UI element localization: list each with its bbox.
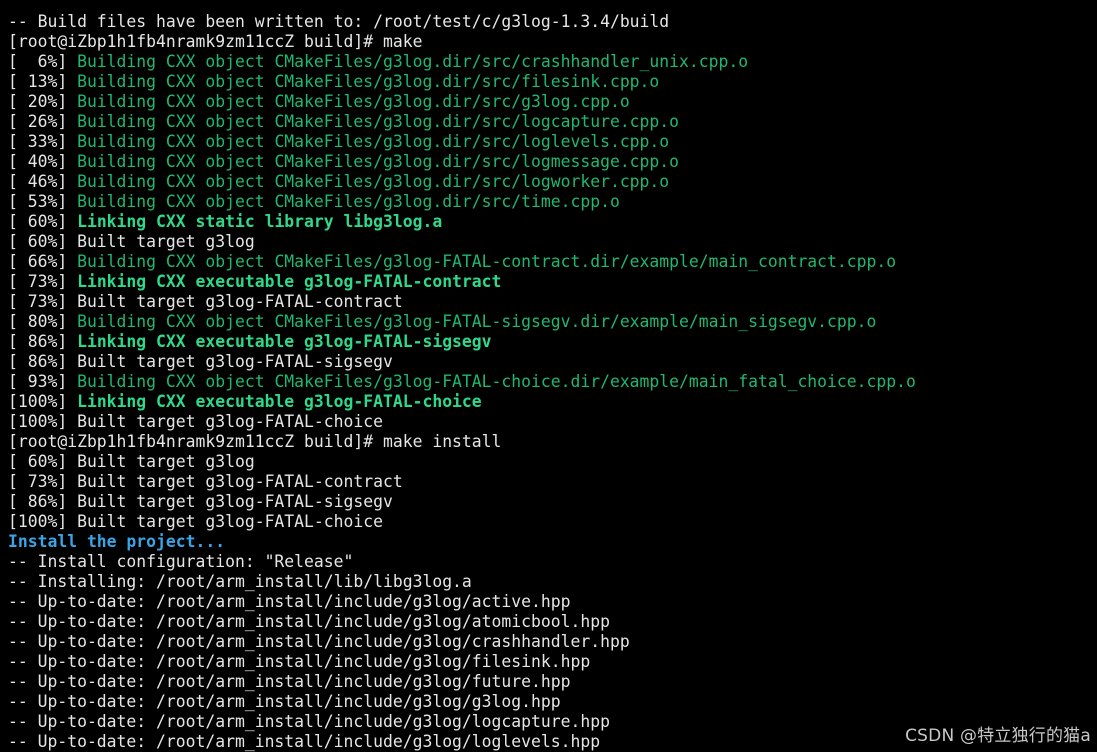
terminal-text-segment: -- Up-to-date: /root/arm_install/include… — [8, 672, 571, 691]
terminal-line: -- Up-to-date: /root/arm_install/include… — [8, 612, 1097, 632]
terminal-text-segment: Building CXX object CMakeFiles/g3log.dir… — [77, 92, 630, 111]
terminal-line: [root@iZbp1h1fb4nramk9zm11ccZ build]# ma… — [8, 432, 1097, 452]
terminal-text-segment: Building CXX object CMakeFiles/g3log.dir… — [77, 132, 670, 151]
terminal-line: [ 73%] Linking CXX executable g3log-FATA… — [8, 272, 1097, 292]
terminal-line: [ 26%] Building CXX object CMakeFiles/g3… — [8, 112, 1097, 132]
terminal-line: -- Up-to-date: /root/arm_install/include… — [8, 652, 1097, 672]
terminal-text-segment: -- Up-to-date: /root/arm_install/include… — [8, 732, 601, 751]
terminal-line: Install the project... — [8, 532, 1097, 552]
terminal-output[interactable]: -- Build files have been written to: /ro… — [0, 0, 1097, 752]
terminal-text-segment: [100%] Built target g3log-FATAL-choice — [8, 512, 383, 531]
terminal-line: [ 6%] Building CXX object CMakeFiles/g3l… — [8, 52, 1097, 72]
terminal-line: [ 60%] Linking CXX static library libg3l… — [8, 212, 1097, 232]
terminal-line: [ 86%] Built target g3log-FATAL-sigsegv — [8, 352, 1097, 372]
terminal-line: -- Install configuration: "Release" — [8, 552, 1097, 572]
terminal-text-segment: [ 60%] Built target g3log — [8, 232, 255, 251]
terminal-line: [ 13%] Building CXX object CMakeFiles/g3… — [8, 72, 1097, 92]
terminal-text-segment: [ 73%] — [8, 272, 78, 291]
terminal-text-segment: [root@iZbp1h1fb4nramk9zm11ccZ build]# ma… — [8, 32, 423, 51]
terminal-text-segment: Linking CXX executable g3log-FATAL-contr… — [77, 272, 502, 291]
terminal-line: [ 60%] Built target g3log — [8, 452, 1097, 472]
terminal-text-segment: [ 93%] — [8, 372, 78, 391]
terminal-line: [ 73%] Built target g3log-FATAL-contract — [8, 472, 1097, 492]
terminal-line: [root@iZbp1h1fb4nramk9zm11ccZ build]# ma… — [8, 32, 1097, 52]
terminal-line: -- Installing: /root/arm_install/lib/lib… — [8, 572, 1097, 592]
terminal-text-segment: [ 60%] Built target g3log — [8, 452, 255, 471]
terminal-text-segment: -- Up-to-date: /root/arm_install/include… — [8, 612, 610, 631]
terminal-line: [ 73%] Built target g3log-FATAL-contract — [8, 292, 1097, 312]
terminal-text-segment: Linking CXX executable g3log-FATAL-choic… — [77, 392, 482, 411]
terminal-text-segment: Building CXX object CMakeFiles/g3log-FAT… — [77, 312, 877, 331]
terminal-line: -- Up-to-date: /root/arm_install/include… — [8, 692, 1097, 712]
terminal-text-segment: [100%] Built target g3log-FATAL-choice — [8, 412, 383, 431]
terminal-line: [ 46%] Building CXX object CMakeFiles/g3… — [8, 172, 1097, 192]
terminal-text-segment: Building CXX object CMakeFiles/g3log-FAT… — [77, 252, 897, 271]
terminal-text-segment: [ 13%] — [8, 72, 78, 91]
terminal-line: [ 40%] Building CXX object CMakeFiles/g3… — [8, 152, 1097, 172]
terminal-line: -- Build files have been written to: /ro… — [8, 12, 1097, 32]
terminal-text-segment: [ 73%] Built target g3log-FATAL-contract — [8, 292, 403, 311]
terminal-text-segment: Building CXX object CMakeFiles/g3log.dir… — [77, 112, 680, 131]
terminal-text-segment: [ 40%] — [8, 152, 78, 171]
terminal-text-segment: Building CXX object CMakeFiles/g3log.dir… — [77, 152, 680, 171]
terminal-text-segment: Building CXX object CMakeFiles/g3log.dir… — [77, 172, 670, 191]
terminal-text-segment: [root@iZbp1h1fb4nramk9zm11ccZ build]# ma… — [8, 432, 502, 451]
terminal-text-segment: [ 86%] — [8, 332, 78, 351]
terminal-line: [ 80%] Building CXX object CMakeFiles/g3… — [8, 312, 1097, 332]
terminal-text-segment: [ 80%] — [8, 312, 78, 331]
terminal-line: [ 86%] Built target g3log-FATAL-sigsegv — [8, 492, 1097, 512]
terminal-text-segment: [ 86%] Built target g3log-FATAL-sigsegv — [8, 492, 393, 511]
terminal-text-segment: Building CXX object CMakeFiles/g3log.dir… — [77, 52, 749, 71]
terminal-text-segment: [ 46%] — [8, 172, 78, 191]
terminal-line: [ 20%] Building CXX object CMakeFiles/g3… — [8, 92, 1097, 112]
terminal-text-segment: Building CXX object CMakeFiles/g3log-FAT… — [77, 372, 916, 391]
terminal-text-segment: -- Up-to-date: /root/arm_install/include… — [8, 652, 591, 671]
terminal-text-segment: -- Up-to-date: /root/arm_install/include… — [8, 592, 571, 611]
terminal-text-segment: [100%] — [8, 392, 78, 411]
terminal-text-segment: [ 53%] — [8, 192, 78, 211]
terminal-text-segment: [ 60%] — [8, 212, 78, 231]
terminal-line: [ 66%] Building CXX object CMakeFiles/g3… — [8, 252, 1097, 272]
terminal-line: [100%] Linking CXX executable g3log-FATA… — [8, 392, 1097, 412]
terminal-line: [ 86%] Linking CXX executable g3log-FATA… — [8, 332, 1097, 352]
terminal-text-segment: -- Build files have been written to: /ro… — [8, 12, 670, 31]
terminal-line: [100%] Built target g3log-FATAL-choice — [8, 512, 1097, 532]
terminal-text-segment: Install the project... — [8, 532, 226, 551]
watermark: CSDN @特立独行的猫a — [905, 726, 1091, 746]
terminal-line: [ 33%] Building CXX object CMakeFiles/g3… — [8, 132, 1097, 152]
terminal-text-segment: -- Up-to-date: /root/arm_install/include… — [8, 692, 561, 711]
terminal-text-segment: -- Installing: /root/arm_install/lib/lib… — [8, 572, 472, 591]
terminal-text-segment: -- Install configuration: "Release" — [8, 552, 354, 571]
terminal-line: -- Up-to-date: /root/arm_install/include… — [8, 632, 1097, 652]
terminal-text-segment: [ 73%] Built target g3log-FATAL-contract — [8, 472, 403, 491]
terminal-text-segment: [ 86%] Built target g3log-FATAL-sigsegv — [8, 352, 393, 371]
terminal-text-segment: -- Up-to-date: /root/arm_install/include… — [8, 632, 630, 651]
terminal-line: -- Up-to-date: /root/arm_install/include… — [8, 592, 1097, 612]
terminal-line: [ 60%] Built target g3log — [8, 232, 1097, 252]
terminal-text-segment: -- Up-to-date: /root/arm_install/include… — [8, 712, 610, 731]
terminal-text-segment: [ 33%] — [8, 132, 78, 151]
terminal-text-segment: Building CXX object CMakeFiles/g3log.dir… — [77, 72, 660, 91]
terminal-text-segment: Linking CXX executable g3log-FATAL-sigse… — [77, 332, 492, 351]
terminal-line: [ 93%] Building CXX object CMakeFiles/g3… — [8, 372, 1097, 392]
terminal-line: [ 53%] Building CXX object CMakeFiles/g3… — [8, 192, 1097, 212]
terminal-line: [100%] Built target g3log-FATAL-choice — [8, 412, 1097, 432]
terminal-text-segment: Building CXX object CMakeFiles/g3log.dir… — [77, 192, 620, 211]
terminal-line: -- Up-to-date: /root/arm_install/include… — [8, 672, 1097, 692]
terminal-text-segment: [ 66%] — [8, 252, 78, 271]
terminal-text-segment: [ 26%] — [8, 112, 78, 131]
terminal-text-segment: [ 20%] — [8, 92, 78, 111]
terminal-text-segment: [ 6%] — [8, 52, 78, 71]
terminal-text-segment: Linking CXX static library libg3log.a — [77, 212, 443, 231]
